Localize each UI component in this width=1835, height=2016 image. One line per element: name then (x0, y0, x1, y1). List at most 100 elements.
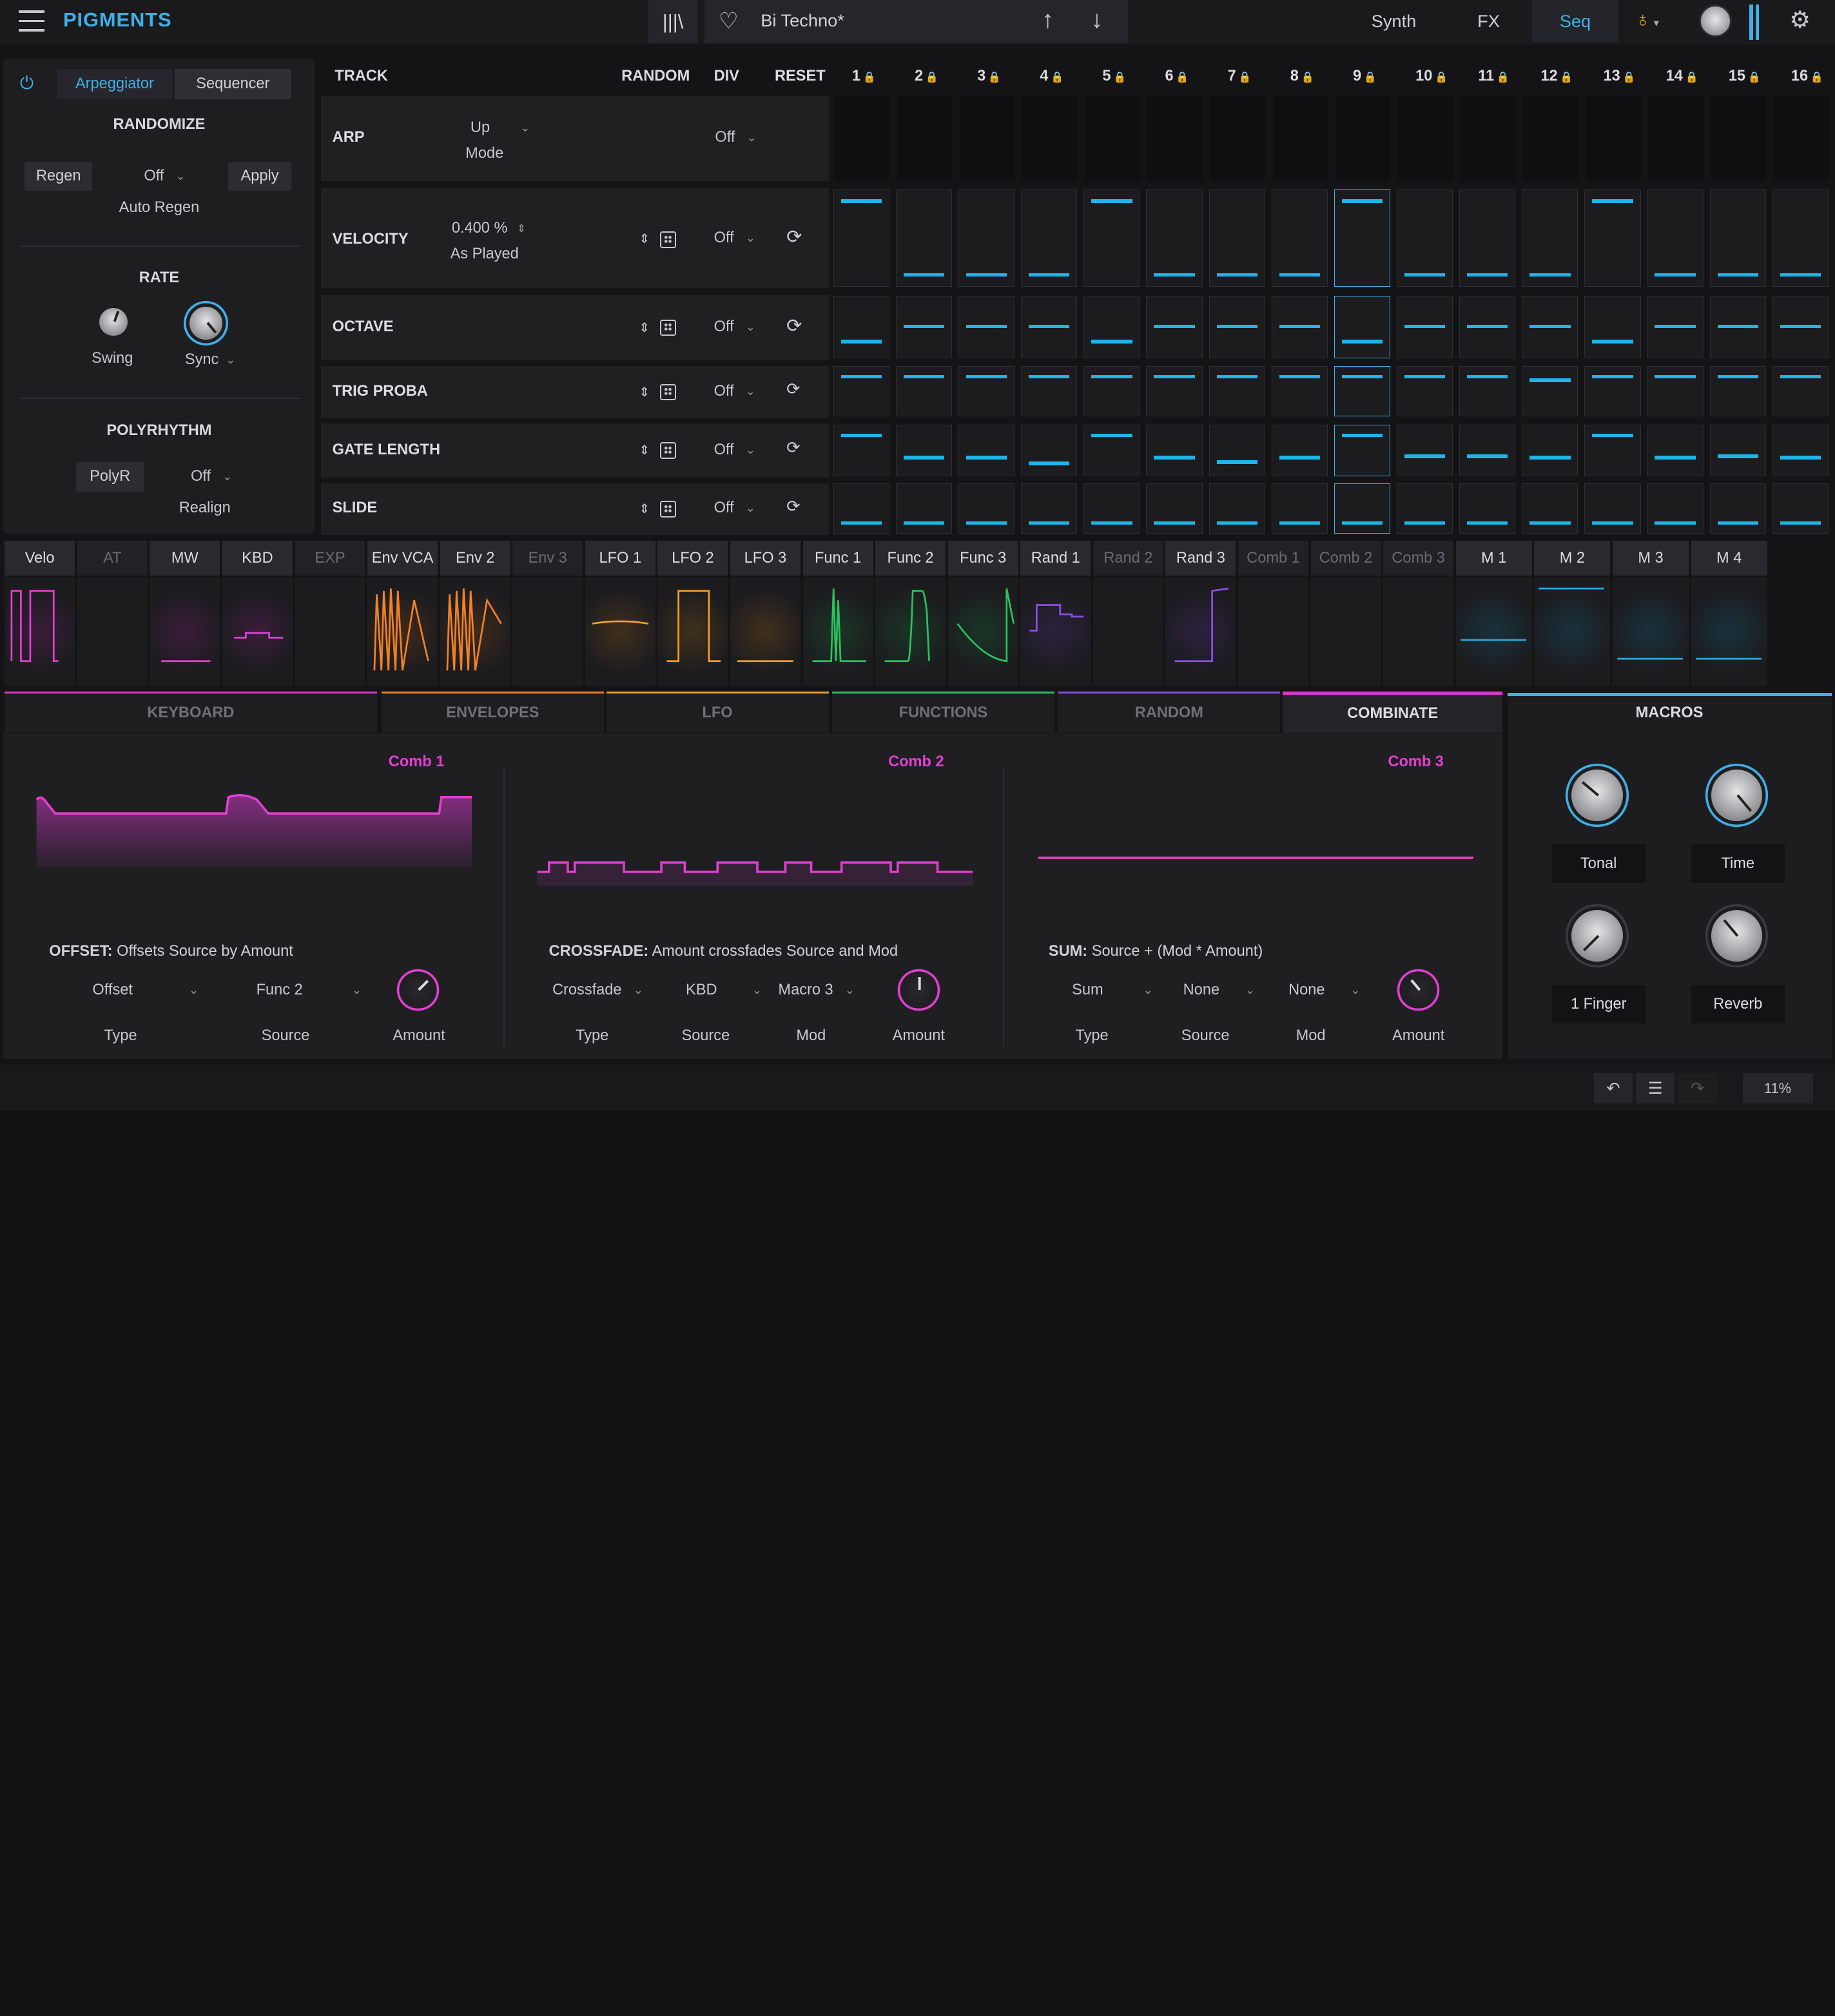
step-cell[interactable] (1584, 366, 1641, 417)
comb-3-amount-knob[interactable] (1402, 973, 1435, 1007)
mod-source-tab[interactable]: Comb 3 (1383, 540, 1454, 576)
mod-source-preview[interactable] (802, 577, 873, 686)
mod-source-tab[interactable]: LFO 2 (657, 540, 728, 576)
lock-icon[interactable]: 🔒 (1238, 72, 1251, 83)
step-cell[interactable] (1459, 425, 1516, 476)
mod-source-preview[interactable] (1238, 577, 1308, 686)
lightbulb-icon[interactable]: ♁ ▾ (1635, 7, 1659, 32)
step-cell[interactable] (1083, 366, 1140, 417)
tab-sequencer[interactable]: Sequencer (174, 69, 292, 100)
macro-1-name[interactable]: Tonal (1551, 844, 1646, 884)
mod-source-preview[interactable] (1165, 577, 1236, 686)
category-tab[interactable]: LFO (606, 692, 829, 733)
div-dropdown[interactable]: Off ⌄ (714, 318, 755, 336)
swing-knob[interactable] (99, 307, 128, 336)
step-cell[interactable] (1584, 483, 1641, 534)
step-cell[interactable] (1334, 425, 1391, 476)
lock-icon[interactable]: 🔒 (1685, 72, 1698, 83)
lock-icon[interactable]: 🔒 (1497, 72, 1510, 83)
mod-source-preview[interactable] (1613, 577, 1689, 686)
arp-step-column[interactable] (1335, 95, 1391, 182)
redo-icon[interactable]: ↷ (1678, 1072, 1717, 1104)
lock-icon[interactable]: 🔒 (1364, 72, 1377, 83)
macro-2-knob[interactable] (1711, 770, 1763, 822)
step-cell[interactable] (1083, 189, 1140, 287)
mod-source-tab[interactable]: AT (77, 540, 148, 576)
step-cell[interactable] (1021, 483, 1078, 534)
mod-source-tab[interactable]: Func 2 (875, 540, 946, 576)
lock-icon[interactable]: 🔒 (988, 72, 1001, 83)
step-cell[interactable] (1271, 366, 1328, 417)
step-cell[interactable] (1459, 296, 1516, 358)
step-cell[interactable] (1209, 483, 1265, 534)
step-cell[interactable] (1271, 189, 1328, 287)
undo-icon[interactable]: ↶ (1593, 1072, 1633, 1104)
macro-4-name[interactable]: Reverb (1691, 985, 1785, 1024)
step-cell[interactable] (1522, 296, 1578, 358)
arp-step-column[interactable] (1586, 95, 1641, 182)
mod-source-tab[interactable]: MW (150, 540, 220, 576)
lock-icon[interactable]: 🔒 (1301, 72, 1314, 83)
tab-arpeggiator[interactable]: Arpeggiator (57, 69, 172, 100)
mod-source-tab[interactable]: LFO 3 (730, 540, 801, 576)
step-cell[interactable] (1146, 366, 1203, 417)
preset-browser-bar[interactable]: ♡ Bi Techno* ↑ ↓ (704, 0, 1129, 44)
comb-2-source-dropdown[interactable]: KBD ⌄ (686, 982, 762, 999)
mod-source-tab[interactable]: M 4 (1691, 540, 1767, 576)
mod-source-tab[interactable]: Func 3 (947, 540, 1018, 576)
step-cell[interactable] (1146, 483, 1203, 534)
div-dropdown[interactable]: Off ⌄ (714, 499, 755, 517)
arp-step-column[interactable] (1272, 95, 1328, 182)
arp-step-column[interactable] (1460, 95, 1516, 182)
step-cell[interactable] (1709, 296, 1766, 358)
step-cell[interactable] (1397, 483, 1453, 534)
lock-icon[interactable]: 🔒 (1622, 72, 1635, 83)
reset-icon[interactable]: ⟳ (786, 315, 802, 337)
dice-icon[interactable] (660, 319, 677, 336)
power-icon[interactable]: ⏻ (20, 73, 34, 94)
category-tab[interactable]: KEYBOARD (5, 692, 377, 733)
mod-source-tab[interactable]: M 3 (1613, 540, 1689, 576)
step-cell[interactable] (895, 366, 953, 417)
realign-dropdown[interactable]: Off ⌄ (191, 468, 232, 485)
lock-icon[interactable]: 🔒 (1560, 72, 1573, 83)
arp-mode-dropdown[interactable]: Up ⌄ (471, 119, 530, 137)
mod-source-tab[interactable]: M 2 (1534, 540, 1611, 576)
apply-button[interactable]: Apply (228, 161, 292, 191)
lock-icon[interactable]: 🔒 (1748, 72, 1761, 83)
up-down-icon[interactable]: ⇕ (639, 231, 650, 247)
mod-source-preview[interactable] (367, 577, 438, 686)
category-tab[interactable]: FUNCTIONS (831, 692, 1054, 733)
macro-1-knob[interactable] (1571, 770, 1624, 822)
mod-source-tab[interactable]: EXP (295, 540, 365, 576)
up-down-icon[interactable]: ⇕ (639, 442, 650, 458)
gear-icon[interactable]: ⚙ (1789, 6, 1811, 34)
library-icon[interactable]: |||\ (648, 0, 698, 44)
sync-rate-knob[interactable] (189, 306, 222, 340)
step-cell[interactable] (1584, 425, 1641, 476)
dice-icon[interactable] (660, 442, 677, 459)
reset-icon[interactable]: ⟳ (786, 438, 800, 458)
lock-icon[interactable]: 🔒 (1176, 72, 1189, 83)
mod-source-preview[interactable] (730, 577, 801, 686)
step-cell[interactable] (895, 425, 953, 476)
comb-1-source-dropdown[interactable]: Func 2 ⌄ (257, 982, 362, 999)
mod-source-preview[interactable] (295, 577, 365, 686)
step-cell[interactable] (1334, 366, 1391, 417)
next-preset-arrow-icon[interactable]: ↓ (1091, 6, 1103, 34)
mod-source-preview[interactable] (222, 577, 293, 686)
arp-step-column[interactable] (1085, 95, 1140, 182)
step-cell[interactable] (1522, 189, 1578, 287)
reset-icon[interactable]: ⟳ (786, 496, 800, 516)
step-cell[interactable] (1146, 425, 1203, 476)
step-cell[interactable] (1083, 296, 1140, 358)
step-cell[interactable] (1459, 366, 1516, 417)
step-cell[interactable] (1709, 425, 1766, 476)
step-cell[interactable] (1647, 483, 1704, 534)
history-list-icon[interactable]: ☰ (1636, 1072, 1675, 1104)
step-cell[interactable] (1647, 296, 1704, 358)
sync-dropdown[interactable]: Sync ⌄ (185, 351, 236, 369)
step-cell[interactable] (1709, 366, 1766, 417)
arp-step-column[interactable] (1022, 95, 1078, 182)
step-cell[interactable] (1772, 189, 1829, 287)
